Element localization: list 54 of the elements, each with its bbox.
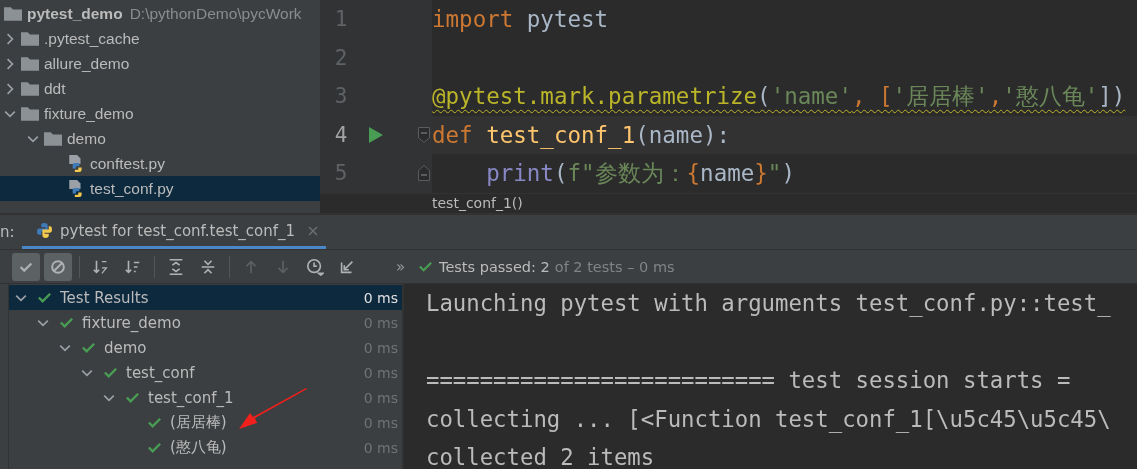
toolbar-button[interactable] [12, 252, 40, 281]
tree-item[interactable]: fixture_demo [0, 101, 320, 126]
python-icon [36, 222, 53, 239]
status-detail: of 2 tests – 0 ms [554, 258, 675, 275]
line-number: 4 [333, 122, 348, 147]
chevron-right-icon[interactable] [4, 82, 16, 95]
test-name: demo [104, 338, 147, 357]
tree-item[interactable]: demo [0, 126, 320, 151]
folder-icon [21, 31, 39, 46]
fold-icon[interactable] [418, 165, 430, 182]
console-line: collecting ... [<Function test_conf_1[\u5c45\u5c45\ [426, 405, 1111, 432]
more-button[interactable]: » [396, 257, 418, 276]
folder-icon [21, 106, 39, 121]
cancel-icon [49, 257, 67, 276]
python-file-icon [67, 154, 85, 173]
python-file-icon [67, 179, 85, 198]
test-name: Test Results [60, 288, 149, 307]
tree-item[interactable]: allure_demo [0, 51, 320, 76]
tree-item[interactable]: .pytest_cache [0, 26, 320, 51]
clock-icon [306, 257, 324, 276]
status-text: Tests passed: 2 [439, 258, 550, 275]
test-name: test_conf [126, 363, 195, 382]
code-line: print(f"参数为：{name}") [485, 158, 795, 188]
chevron-right-icon[interactable] [4, 57, 16, 70]
test-name: test_conf_1 [148, 388, 234, 407]
folder-icon [21, 81, 39, 96]
code-line: @pytest.mark.parametrize('name', ['居居棒','憨八龟']) [432, 81, 1126, 111]
folder-icon [44, 131, 62, 146]
test-name: (憨八龟) [170, 438, 227, 457]
console-line: Launching pytest with arguments test_conf.py::test_ [426, 290, 1111, 317]
breadcrumb[interactable]: test_conf_1() [432, 195, 523, 212]
chevron-right-icon[interactable] [4, 32, 16, 45]
tree-item[interactable]: conftest.py [0, 151, 320, 176]
run-icon[interactable] [369, 126, 383, 143]
annotation-arrow [239, 388, 309, 430]
console-line: ========================== test session starts = [426, 367, 1071, 394]
toolbar-button[interactable] [44, 252, 72, 281]
test-duration: 0 ms [363, 289, 398, 306]
folder-icon [4, 6, 22, 21]
expand-icon [167, 257, 185, 276]
project-name[interactable]: pytest_demo [27, 4, 123, 23]
run-label: n: [0, 222, 16, 243]
code-line: def test_conf_1(name): [432, 121, 731, 148]
console-line: collected 2 items [426, 444, 655, 469]
test-result-row[interactable]: Test Results 0 ms [9, 285, 402, 310]
test-name: (居居棒) [170, 413, 227, 432]
tree-item[interactable]: ddt [0, 76, 320, 101]
test-name: fixture_demo [82, 313, 181, 332]
code-line: import pytest [432, 6, 609, 33]
fold-icon[interactable] [418, 126, 430, 143]
folder-icon [21, 56, 39, 71]
close-icon[interactable] [308, 225, 319, 236]
tree-item[interactable]: test_conf.py [0, 176, 320, 201]
project-path: D:\pythonDemo\pycWork [129, 4, 302, 23]
